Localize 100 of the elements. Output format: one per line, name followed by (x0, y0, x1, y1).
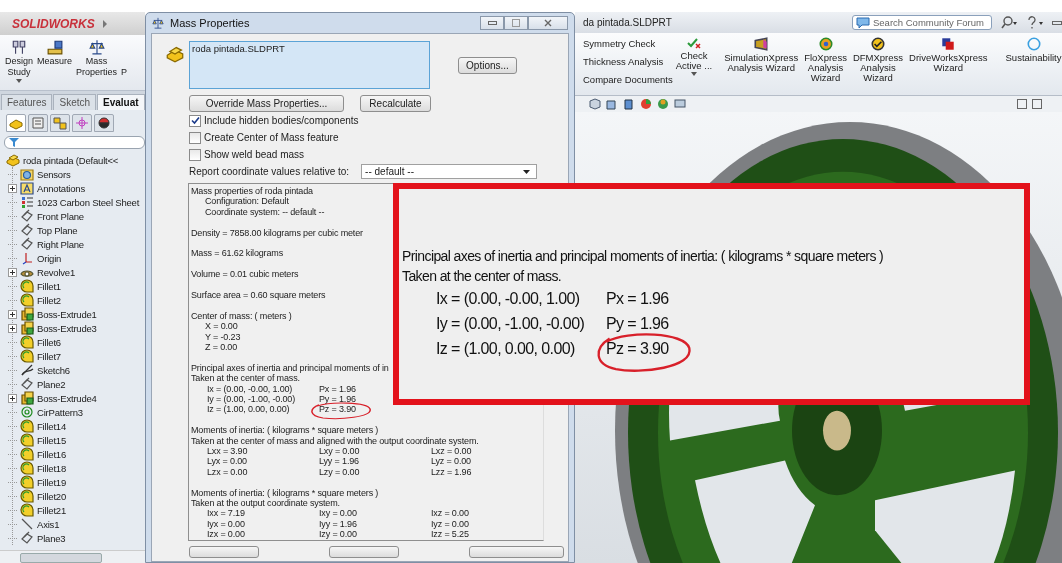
ribbon-button[interactable]: DriveWorksXpress Wizard (906, 36, 991, 73)
color-ball-icon[interactable] (640, 98, 652, 110)
command-tab[interactable]: Sketch (53, 94, 97, 110)
tree-item[interactable]: Fillet7 (8, 349, 145, 363)
ribbon-button[interactable]: DFMXpress Analysis Wizard (849, 36, 907, 83)
ribbon-command[interactable]: Symmetry Check (583, 36, 656, 51)
tree-item[interactable]: Axis1 (8, 517, 145, 531)
command-tab[interactable]: Features (1, 94, 53, 110)
ribbon-button[interactable]: FloXpress Analysis Wizard (801, 36, 850, 83)
tree-item[interactable]: Fillet15 (8, 433, 145, 447)
plane-icon (20, 377, 34, 391)
command-tab[interactable]: Evaluat (97, 94, 145, 110)
arrow-icon[interactable] (100, 17, 109, 30)
material-icon (20, 195, 34, 209)
minimize-icon[interactable] (1052, 20, 1062, 25)
tree-item[interactable]: roda pintada (Default<< (6, 153, 145, 167)
tree-item[interactable]: Plane2 (8, 377, 145, 391)
plane-icon (20, 531, 34, 545)
tree-item[interactable]: Fillet14 (8, 419, 145, 433)
panel-tab[interactable] (94, 114, 114, 132)
tree-item[interactable]: Revolve1 (8, 265, 145, 279)
checkbox[interactable] (189, 114, 201, 127)
cube-icon[interactable] (589, 98, 601, 110)
tree-item[interactable]: Right Plane (8, 237, 145, 251)
tree-item[interactable]: Origin (8, 251, 145, 265)
scrollbar[interactable] (0, 550, 145, 563)
close-button[interactable] (528, 16, 568, 30)
selection-list[interactable]: roda pintada.SLDPRT (189, 41, 430, 89)
dialog-title: Mass Properties (170, 17, 250, 29)
search-icon[interactable] (1000, 15, 1018, 30)
extrude-icon (20, 391, 34, 405)
ribbon-command[interactable]: Thickness Analysis (583, 54, 664, 69)
tree-item[interactable]: Boss-Extrude4 (8, 391, 145, 405)
tree-item[interactable]: Fillet18 (8, 461, 145, 475)
ribbon-button[interactable]: Measure (36, 39, 74, 90)
tree-item[interactable]: Boss-Extrude3 (8, 321, 145, 335)
ribbon-button[interactable]: Design Study (4, 39, 34, 90)
display-style-icon[interactable] (623, 98, 635, 110)
configuration-icon (53, 116, 67, 130)
plane-icon (20, 209, 34, 223)
tree-item[interactable]: Fillet16 (8, 447, 145, 461)
result-value: Iy = (0.00, -1.00, -0.00) (436, 315, 585, 332)
ribbon-button[interactable]: SimulationXpress Analysis Wizard (721, 36, 802, 73)
tree-item[interactable]: 1023 Carbon Steel Sheet (8, 195, 145, 209)
result-value: Iyy = 1.96 (319, 518, 357, 529)
ribbon-command[interactable]: Compare Documents (583, 72, 673, 87)
result-value: Ixx = 7.19 (207, 508, 245, 519)
result-line: Taken at the center of mass. (402, 267, 563, 286)
caret-icon (523, 169, 531, 174)
result-value: Ixz = 0.00 (431, 508, 469, 519)
scale-icon (88, 39, 105, 55)
tree-item[interactable]: Sketch6 (8, 363, 145, 377)
expand-icon[interactable] (8, 309, 17, 319)
tree-item[interactable]: Boss-Extrude1 (8, 307, 145, 321)
result-value: Px = 1.96 (606, 290, 669, 307)
view-icon[interactable] (606, 98, 618, 110)
ribbon-button[interactable]: Sustainability (1002, 36, 1062, 63)
dialog-button[interactable] (469, 546, 564, 558)
expand-icon[interactable] (8, 267, 17, 277)
coordinate-dropdown[interactable]: -- default -- (361, 164, 538, 179)
dialog-button[interactable] (329, 546, 399, 558)
tree-item[interactable]: Fillet19 (8, 475, 145, 489)
tree-item[interactable]: Plane3 (8, 531, 145, 545)
expand-icon[interactable] (8, 323, 17, 333)
tree-item[interactable]: Fillet20 (8, 489, 145, 503)
tree-item[interactable]: Fillet6 (8, 335, 145, 349)
dialog-button[interactable] (189, 546, 259, 558)
options-button[interactable]: Options... (458, 57, 517, 74)
origin-icon (20, 251, 34, 265)
tree-item[interactable]: Front Plane (8, 209, 145, 223)
document-title: da pintada.SLDPRT (583, 17, 672, 28)
ribbon-button[interactable]: P (120, 39, 129, 90)
maximize-button[interactable] (504, 16, 528, 30)
checkbox[interactable] (189, 131, 201, 144)
checkbox[interactable] (189, 148, 201, 161)
tree-item[interactable]: Annotations (8, 181, 145, 195)
help-icon[interactable] (1026, 15, 1044, 30)
tree-item[interactable]: Fillet2 (8, 293, 145, 307)
tree-item[interactable]: Sensors (8, 167, 145, 181)
tile-icon[interactable] (1017, 99, 1027, 109)
override-button[interactable]: Override Mass Properties... (189, 95, 344, 112)
tile-icon[interactable] (1032, 99, 1042, 109)
minimize-icon (487, 21, 497, 25)
expand-icon[interactable] (8, 393, 17, 403)
recalculate-button[interactable]: Recalculate (360, 95, 431, 112)
ribbon-button[interactable]: Mass Properties (75, 39, 119, 90)
color-ball-icon (97, 116, 111, 130)
expand-icon[interactable] (8, 183, 17, 193)
tree-item[interactable]: CirPattern3 (8, 405, 145, 419)
crosshair-icon (75, 116, 89, 130)
minimize-button[interactable] (480, 16, 504, 30)
tree-item[interactable]: Fillet21 (8, 503, 145, 517)
sketch-icon (20, 363, 34, 377)
tree-item[interactable]: Top Plane (8, 223, 145, 237)
tree-item[interactable]: Fillet1 (8, 279, 145, 293)
ribbon-button[interactable]: Check Active ... (672, 36, 716, 76)
search-field[interactable]: Search Community Forum (852, 15, 992, 30)
monitor-icon[interactable] (674, 98, 686, 110)
axis-icon (20, 517, 34, 531)
scroll-thumb[interactable] (20, 553, 102, 563)
